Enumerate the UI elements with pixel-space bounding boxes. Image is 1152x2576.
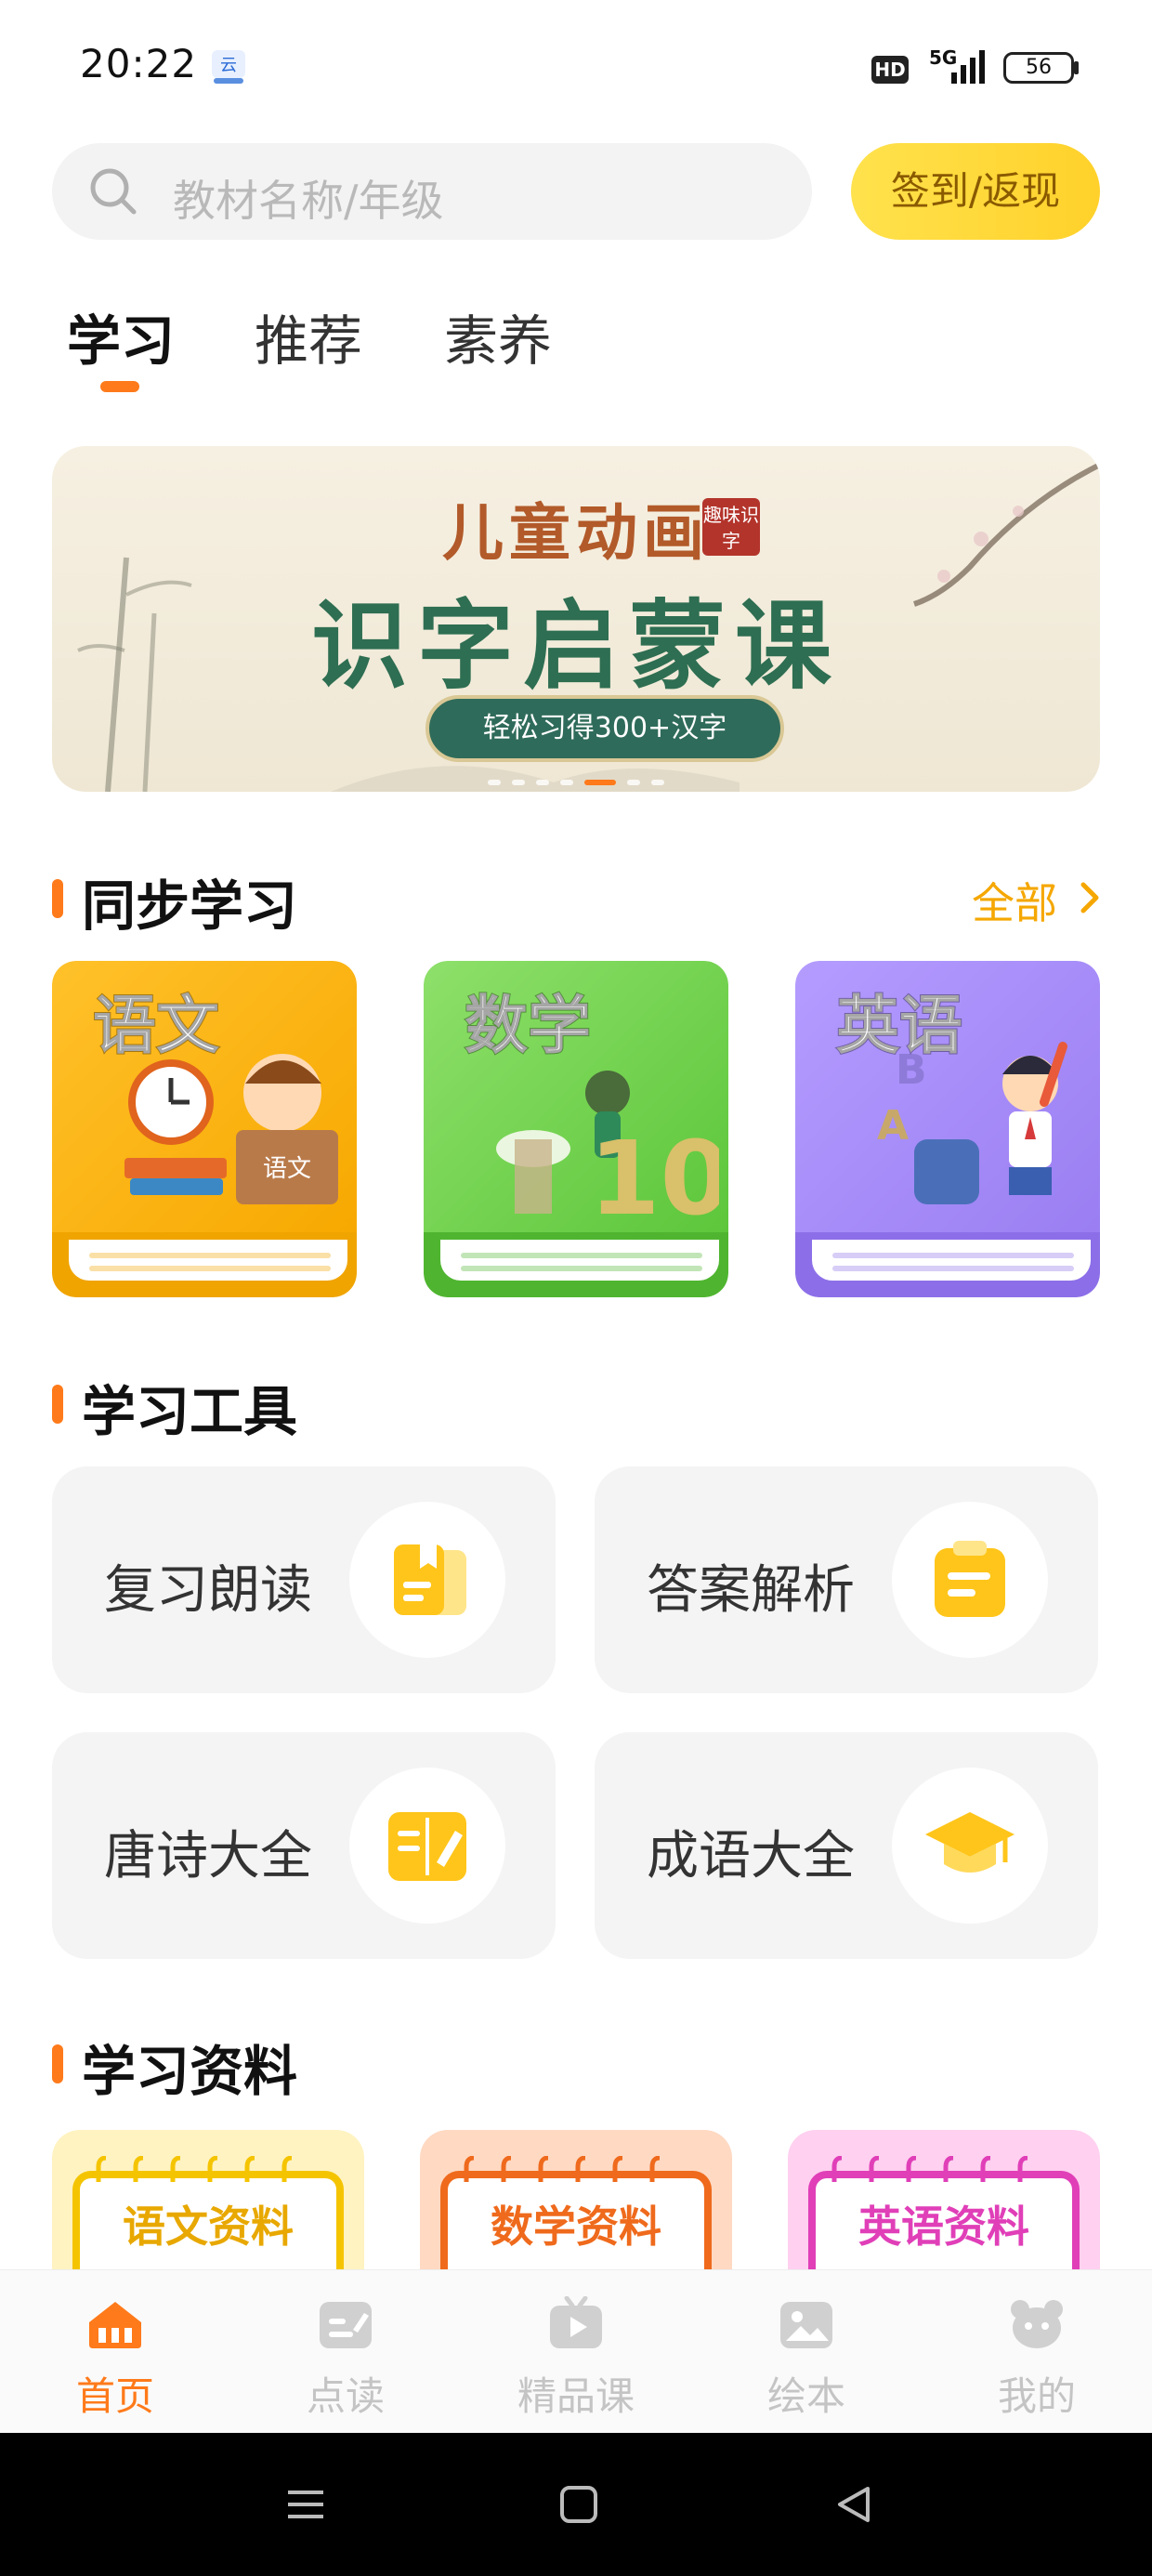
- nav-label: 绘本: [766, 2373, 845, 2419]
- tab-literacy[interactable]: 素养: [444, 297, 552, 375]
- pagination-dot: [536, 780, 549, 785]
- battery-indicator: 56: [1003, 52, 1074, 84]
- menu-icon[interactable]: [282, 2481, 329, 2528]
- chevron-right-icon[interactable]: [1076, 879, 1104, 916]
- svg-text:10: 10: [589, 1119, 719, 1223]
- nav-label: 我的: [997, 2373, 1076, 2419]
- book-icon: [394, 1544, 466, 1615]
- tool-label: 唐诗大全: [104, 1826, 312, 1886]
- see-all-link[interactable]: 全部: [972, 870, 1057, 931]
- book-label: 数学: [464, 989, 592, 1064]
- tool-tang-poems[interactable]: 唐诗大全: [52, 1732, 556, 1959]
- book-label: 语文: [92, 989, 220, 1064]
- home-square-icon[interactable]: [556, 2481, 602, 2528]
- pagination-dot: [560, 780, 573, 785]
- tool-review-reading[interactable]: 复习朗读: [52, 1466, 556, 1693]
- nav-label: 精品课: [517, 2373, 635, 2419]
- hd-indicator: HD: [871, 56, 909, 84]
- tab-recommend[interactable]: 推荐: [255, 297, 362, 375]
- app-notification-icon: 云: [212, 50, 245, 84]
- nav-premium-course[interactable]: 精品课: [461, 2270, 691, 2434]
- pagination-dot: [651, 780, 664, 785]
- profile-icon: [1011, 2300, 1063, 2348]
- status-time: 20:22: [80, 41, 198, 86]
- pagination-dot: [627, 780, 640, 785]
- search-placeholder: 教材名称/年级: [173, 176, 444, 226]
- section-marker: [52, 879, 63, 918]
- material-chinese[interactable]: 语文资料: [52, 2130, 364, 2288]
- back-icon[interactable]: [831, 2481, 877, 2528]
- poem-book-icon: [388, 1812, 466, 1881]
- material-label: 数学资料: [491, 2201, 661, 2252]
- book-label: 英语: [835, 989, 963, 1064]
- checkin-cashback-button[interactable]: 签到/返现: [851, 143, 1100, 240]
- tab-study[interactable]: 学习: [67, 297, 175, 375]
- tab-active-indicator: [100, 381, 139, 392]
- material-label: 语文资料: [123, 2201, 294, 2252]
- graduation-cap-icon: [925, 1812, 1015, 1873]
- bottom-navigation: 首页 点读 精品课 绘本 我的: [0, 2269, 1152, 2434]
- section-marker: [52, 2044, 63, 2083]
- pagination-dot: [488, 780, 501, 785]
- section-marker: [52, 1385, 63, 1424]
- material-english[interactable]: 英语资料: [788, 2130, 1100, 2288]
- pagination-dot: [512, 780, 525, 785]
- signal-icon: [951, 50, 985, 84]
- pagination-dot-active: [584, 780, 616, 785]
- svg-text:云: 云: [220, 56, 237, 75]
- video-course-icon: [550, 2296, 602, 2348]
- material-math[interactable]: 数学资料: [420, 2130, 732, 2288]
- banner-subtitle: 儿童动画: [442, 496, 710, 569]
- picture-book-icon: [780, 2302, 832, 2348]
- section-title-materials: 学习资料: [82, 2040, 298, 2103]
- nav-profile[interactable]: 我的: [922, 2270, 1152, 2434]
- book-chinese[interactable]: 语文 语文: [52, 961, 357, 1297]
- nav-label: 点读: [306, 2373, 385, 2419]
- binder-rings-icon: [464, 2156, 661, 2182]
- banner-pagination: [52, 771, 1100, 789]
- home-icon: [89, 2302, 141, 2348]
- banner-title: 识字启蒙课: [310, 588, 841, 703]
- book-math[interactable]: 10 数学: [424, 961, 728, 1297]
- tool-idioms[interactable]: 成语大全: [595, 1732, 1098, 1959]
- section-title-tools: 学习工具: [82, 1380, 298, 1443]
- nav-home[interactable]: 首页: [0, 2270, 230, 2434]
- banner-stamp: 趣味识字: [702, 498, 760, 556]
- promo-banner[interactable]: 儿童动画 趣味识字 识字启蒙课 轻松习得300+汉字: [52, 446, 1100, 792]
- tool-label: 复习朗读: [104, 1560, 312, 1621]
- banner-pill: 轻松习得300+汉字: [425, 695, 784, 762]
- svg-text:A: A: [877, 1102, 909, 1150]
- point-read-icon: [320, 2302, 372, 2348]
- binder-rings-icon: [96, 2156, 293, 2182]
- tool-answer-analysis[interactable]: 答案解析: [595, 1466, 1098, 1693]
- tool-label: 答案解析: [647, 1560, 855, 1621]
- svg-text:语文: 语文: [263, 1155, 311, 1183]
- binder-rings-icon: [831, 2156, 1028, 2182]
- book-english[interactable]: B A 英语: [795, 961, 1100, 1297]
- tool-label: 成语大全: [647, 1826, 855, 1886]
- document-icon: [935, 1541, 1005, 1617]
- nav-point-read[interactable]: 点读: [230, 2270, 461, 2434]
- nav-picture-book[interactable]: 绘本: [691, 2270, 922, 2434]
- nav-label: 首页: [75, 2373, 154, 2419]
- search-icon: [90, 168, 137, 215]
- system-navigation-bar: [0, 2433, 1152, 2576]
- battery-tip: [1074, 61, 1079, 74]
- material-label: 英语资料: [858, 2201, 1029, 2252]
- section-title-sync: 同步学习: [82, 874, 298, 938]
